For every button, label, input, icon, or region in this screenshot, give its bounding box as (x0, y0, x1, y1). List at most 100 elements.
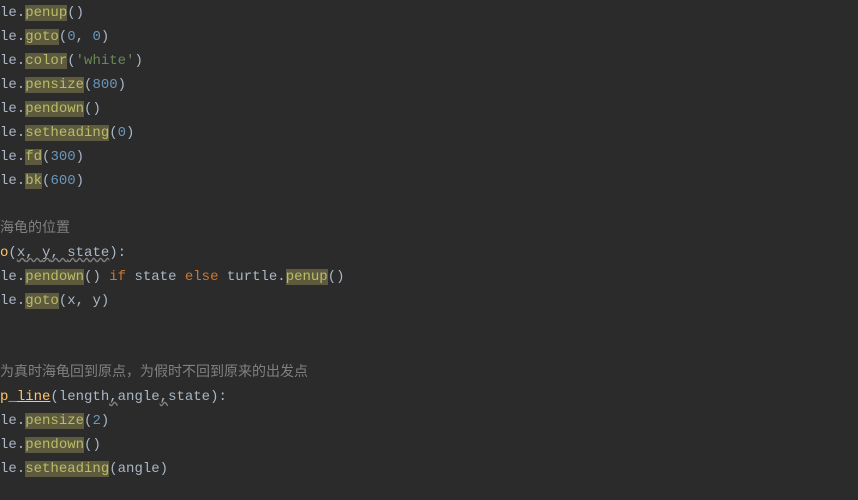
separator: , (25, 245, 42, 261)
blank-line[interactable] (0, 337, 858, 361)
code-line[interactable]: le.pensize(800) (0, 73, 858, 97)
code-line[interactable]: le.pendown() (0, 433, 858, 457)
paren: ( (109, 125, 117, 141)
keyword-else: else (185, 269, 219, 285)
number-literal: 0 (92, 29, 100, 45)
number-literal: 0 (118, 125, 126, 141)
obj-ref: le. (0, 77, 25, 93)
paren: ) (134, 53, 142, 69)
number-literal: 0 (67, 29, 75, 45)
parameter: x (17, 245, 25, 261)
code-line[interactable]: le.pendown() (0, 97, 858, 121)
obj-ref: le. (0, 5, 25, 21)
number-literal: 2 (92, 413, 100, 429)
obj-ref: le. (0, 125, 25, 141)
method-call: fd (25, 149, 42, 165)
method-call: penup (286, 269, 328, 285)
number-literal: 800 (92, 77, 117, 93)
paren: ): (109, 245, 126, 261)
obj-ref: le. (0, 413, 25, 429)
obj-ref: le. (0, 53, 25, 69)
paren: ) (76, 149, 84, 165)
paren: ) (76, 5, 84, 21)
separator: , (160, 389, 168, 405)
ident: x (67, 293, 75, 309)
method-call: color (25, 53, 67, 69)
method-call: penup (25, 5, 67, 21)
paren: ) (336, 269, 344, 285)
function-name: line (17, 389, 51, 405)
method-call: pendown (25, 269, 84, 285)
code-line[interactable]: le.fd(300) (0, 145, 858, 169)
parameter: angle (118, 389, 160, 405)
code-line[interactable]: le.goto(0, 0) (0, 25, 858, 49)
code-line[interactable]: le.pensize(2) (0, 409, 858, 433)
comment-line[interactable]: 海龟的位置 (0, 217, 858, 241)
method-call: pendown (25, 101, 84, 117)
paren: ) (92, 101, 100, 117)
method-call: setheading (25, 461, 109, 477)
parameter: length (59, 389, 109, 405)
function-name-prefix: p_ (0, 389, 17, 405)
number-literal: 300 (50, 149, 75, 165)
method-call: goto (25, 293, 59, 309)
obj-ref: le. (0, 269, 25, 285)
code-line[interactable]: le.pendown() if state else turtle.penup(… (0, 265, 858, 289)
paren: ( (50, 389, 58, 405)
blank-line[interactable] (0, 193, 858, 217)
parameter: state (67, 245, 109, 261)
code-line[interactable]: le.color('white') (0, 49, 858, 73)
obj-ref: le. (0, 149, 25, 165)
paren: ) (101, 29, 109, 45)
blank-line[interactable] (0, 313, 858, 337)
method-call: goto (25, 29, 59, 45)
separator: , (50, 245, 67, 261)
number-literal: 600 (50, 173, 75, 189)
def-line[interactable]: p_line(length,angle,state): (0, 385, 858, 409)
code-line[interactable]: le.setheading(0) (0, 121, 858, 145)
separator: , (76, 29, 93, 45)
obj-ref: le. (0, 101, 25, 117)
method-call: pendown (25, 437, 84, 453)
comment-text: 海龟的位置 (0, 221, 70, 237)
paren: ) (76, 173, 84, 189)
paren: ( (59, 29, 67, 45)
method-call: setheading (25, 125, 109, 141)
paren: ) (101, 413, 109, 429)
paren: ( (8, 245, 16, 261)
parameter: state (168, 389, 210, 405)
separator: , (109, 389, 117, 405)
paren: ) (160, 461, 168, 477)
paren: ) (92, 269, 109, 285)
obj-ref: le. (0, 29, 25, 45)
obj-ref: le. (0, 437, 25, 453)
code-line[interactable]: le.goto(x, y) (0, 289, 858, 313)
string-literal: 'white' (76, 53, 135, 69)
paren: ( (67, 5, 75, 21)
comment-line[interactable]: 为真时海龟回到原点，为假时不回到原来的出发点 (0, 361, 858, 385)
obj-ref: le. (0, 173, 25, 189)
paren: ) (126, 125, 134, 141)
method-call: bk (25, 173, 42, 189)
paren: ): (210, 389, 227, 405)
obj-ref: le. (0, 461, 25, 477)
comment-text: 为真时海龟回到原点，为假时不回到原来的出发点 (0, 365, 308, 381)
paren: ( (109, 461, 117, 477)
obj-ref: turtle. (218, 269, 285, 285)
def-line[interactable]: o(x, y, state): (0, 241, 858, 265)
ident: state (126, 269, 185, 285)
keyword-if: if (109, 269, 126, 285)
paren: ) (92, 437, 100, 453)
separator: , (76, 293, 93, 309)
ident: angle (118, 461, 160, 477)
code-line[interactable]: le.setheading(angle) (0, 457, 858, 481)
method-call: pensize (25, 77, 84, 93)
ident: y (92, 293, 100, 309)
code-line[interactable]: le.penup() (0, 1, 858, 25)
paren: ( (59, 293, 67, 309)
code-line[interactable]: le.bk(600) (0, 169, 858, 193)
paren: ) (101, 293, 109, 309)
paren: ( (67, 53, 75, 69)
method-call: pensize (25, 413, 84, 429)
paren: ) (118, 77, 126, 93)
